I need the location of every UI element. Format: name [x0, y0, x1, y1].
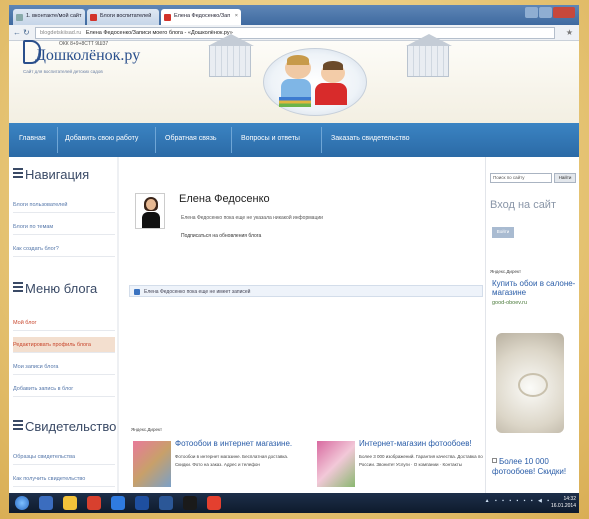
ad-marker-icon	[492, 458, 497, 463]
ad-title[interactable]: Интернет-магазин фотообоев!	[359, 439, 472, 448]
house-illustration-right	[406, 34, 452, 77]
clock-time: 14:32	[563, 496, 576, 502]
menu-list-icon	[13, 420, 23, 430]
taskbar-app-icon[interactable]	[135, 496, 149, 510]
blog-menu-heading: Меню блога	[13, 281, 97, 296]
tab-label: Елена Федосенко/Зап	[174, 13, 231, 19]
system-tray[interactable]: ▲ ▪ ▪ ▪ ▪ ▪ ▪ ◀ ▪	[485, 498, 551, 504]
tab-bar: 1. вконтакте/мой сайт Блоги воспитателей…	[9, 5, 579, 25]
profile-info: Елена Федосенко пока еще не указала ника…	[181, 215, 323, 221]
ad-title[interactable]: Фотообои в интернет магазине.	[175, 439, 292, 448]
site-logo[interactable]: Дошколёнок.ру	[35, 47, 140, 65]
address-bar: ← ↻ blogdetskiisad.ru Елена Федосенко/За…	[9, 25, 579, 41]
clock[interactable]: 14:32 16.01.2014	[551, 496, 576, 510]
ad-block[interactable]: Фотообои в интернет магазине. Фотообои в…	[131, 439, 301, 499]
ads-label: Яндекс.Директ	[490, 269, 522, 274]
sidebar-link-create-blog[interactable]: Как создать блог?	[13, 241, 115, 257]
house-illustration-left	[208, 34, 254, 77]
main-nav: Главная Добавить свою работу Обратная св…	[9, 123, 579, 157]
taskbar-app-icon[interactable]	[63, 496, 77, 510]
menu-list-icon	[13, 282, 23, 292]
reload-icon[interactable]: ↻	[23, 28, 30, 37]
tab-3-active[interactable]: Елена Федосенко/Зап ×	[161, 9, 241, 25]
subscribe-link[interactable]: Подписаться на обновления блога	[181, 233, 261, 239]
ad-description: Более 3 000 изображений. Гарантия качест…	[359, 454, 483, 467]
sidebar-link-topic-blogs[interactable]: Блоги по темам	[13, 219, 115, 235]
child-head	[321, 61, 345, 83]
back-arrow-icon[interactable]: ←	[13, 28, 21, 37]
ad-title[interactable]: Более 10 000 фотообоев! Скидки!	[492, 457, 566, 476]
taskbar-app-icon[interactable]	[87, 496, 101, 510]
close-tab-icon[interactable]: ×	[235, 13, 238, 19]
child-head	[285, 55, 311, 79]
main-content: Елена Федосенко Елена Федосенко пока еще…	[119, 157, 485, 513]
tab-favicon-icon	[164, 14, 171, 21]
left-sidebar: Навигация Блоги пользователей Блоги по т…	[9, 157, 117, 513]
login-heading: Вход на сайт	[490, 199, 556, 211]
sidebar-ad[interactable]: Купить обои в салоне-магазине good-oboev…	[492, 279, 578, 308]
certificate-heading: Свидетельство	[13, 419, 116, 434]
sidebar-link-user-blogs[interactable]: Блоги пользователей	[13, 197, 115, 213]
url-input[interactable]: blogdetskiisad.ru Елена Федосенко/Записи…	[35, 27, 555, 39]
search-button[interactable]: Найти	[554, 173, 576, 183]
ad-description: Фотообои в интернет магазине. Бесплатная…	[175, 454, 289, 467]
ad-block[interactable]: Интернет-магазин фотообоев! Более 3 000 …	[315, 439, 485, 499]
info-icon	[134, 289, 140, 295]
ad-url[interactable]: good-oboev.ru	[492, 299, 578, 308]
ads-label: Яндекс.Директ	[131, 427, 163, 432]
taskbar: ▲ ▪ ▪ ▪ ▪ ▪ ▪ ◀ ▪ 14:32 16.01.2014	[9, 493, 579, 513]
nav-add-work[interactable]: Добавить свою работу	[65, 135, 138, 142]
sidebar-link-cert-samples[interactable]: Образцы свидетельства	[13, 449, 115, 465]
books-illustration	[279, 97, 311, 107]
minimize-button[interactable]	[525, 7, 538, 18]
ad-image[interactable]	[496, 333, 564, 433]
ad-image[interactable]	[133, 441, 171, 487]
close-window-button[interactable]	[553, 7, 575, 18]
taskbar-app-icon[interactable]	[207, 496, 221, 510]
empty-posts-notice: Елена Федосенко пока еще не имеет записе…	[129, 285, 483, 297]
sidebar-link-my-posts[interactable]: Мои записи блога	[13, 359, 115, 375]
word-icon[interactable]	[159, 496, 173, 510]
start-button[interactable]	[15, 496, 29, 510]
maximize-button[interactable]	[539, 7, 552, 18]
nav-feedback[interactable]: Обратная связь	[165, 135, 217, 142]
site-tagline: Сайт для воспитателей детских садов	[23, 69, 103, 74]
taskbar-app-icon[interactable]	[183, 496, 197, 510]
sidebar-link-my-blog[interactable]: Мой блог	[13, 315, 115, 331]
avatar	[135, 193, 165, 229]
taskbar-app-icon[interactable]	[39, 496, 53, 510]
tab-label: 1. вконтакте/мой сайт	[26, 13, 82, 19]
nav-home[interactable]: Главная	[19, 135, 46, 142]
tab-label: Блоги воспитателей	[100, 13, 152, 19]
profile-name: Елена Федосенко	[179, 193, 270, 205]
sidebar-link-edit-profile[interactable]: Редактировать профиль блога	[13, 337, 115, 353]
menu-list-icon	[13, 168, 23, 178]
ie-icon[interactable]	[111, 496, 125, 510]
sidebar-link-add-post[interactable]: Добавить запись в блог	[13, 381, 115, 397]
tab-1[interactable]: 1. вконтакте/мой сайт	[13, 9, 85, 25]
child-figure	[315, 83, 347, 105]
sidebar-ad[interactable]: Более 10 000 фотообоев! Скидки!	[492, 457, 578, 477]
nav-faq[interactable]: Вопросы и ответы	[241, 135, 300, 142]
search-input[interactable]: Поиск по сайту	[490, 173, 552, 183]
url-host: blogdetskiisad.ru	[40, 30, 82, 36]
window-controls	[524, 7, 575, 20]
ad-image[interactable]	[317, 441, 355, 487]
sidebar-link-get-cert[interactable]: Как получить свидетельство	[13, 471, 115, 487]
nav-order-certificate[interactable]: Заказать свидетельство	[331, 135, 410, 142]
browser-window: 1. вконтакте/мой сайт Блоги воспитателей…	[9, 5, 579, 513]
tab-favicon-icon	[16, 14, 23, 21]
right-sidebar: Поиск по сайту Найти Вход на сайт Войти …	[485, 157, 579, 513]
clock-date: 16.01.2014	[550, 503, 576, 509]
login-button[interactable]: Войти	[492, 227, 514, 238]
nav-heading: Навигация	[13, 167, 89, 182]
bookmark-star-icon[interactable]: ★	[566, 28, 573, 37]
ad-title[interactable]: Купить обои в салоне-магазине	[492, 279, 575, 297]
tab-2[interactable]: Блоги воспитателей	[87, 9, 159, 25]
tab-favicon-icon	[90, 14, 97, 21]
